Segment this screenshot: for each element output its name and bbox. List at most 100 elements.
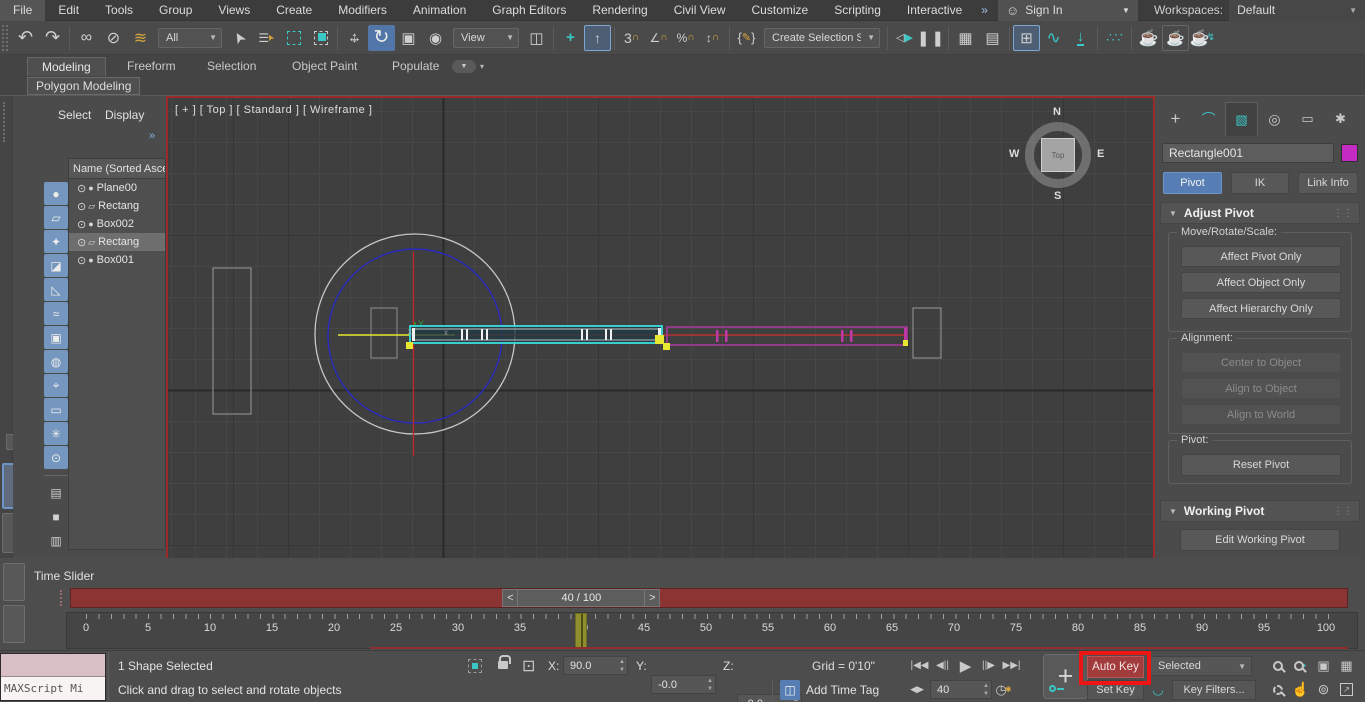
- curve-editor-icon[interactable]: ∿: [1040, 25, 1067, 51]
- menu-item[interactable]: Tools: [92, 0, 146, 21]
- display-geometry-icon[interactable]: ●: [44, 182, 68, 205]
- rendered-frame-window-icon[interactable]: ☕: [1162, 24, 1189, 51]
- toggle-scene-explorer-icon[interactable]: ▦: [952, 25, 979, 51]
- previous-frame-button[interactable]: ◀||: [931, 655, 954, 676]
- menu-item[interactable]: Group: [146, 0, 205, 21]
- explorer-detail-view-icon[interactable]: ▥: [44, 529, 68, 552]
- keyboard-shortcut-override-icon[interactable]: ↑: [584, 24, 611, 51]
- pan-hand-icon[interactable]: ☝: [1289, 679, 1312, 700]
- selection-filter-dropdown[interactable]: All ▼: [158, 27, 222, 48]
- tab-hierarchy-icon[interactable]: ▧: [1225, 102, 1258, 136]
- explorer-list-view-icon[interactable]: ▤: [44, 481, 68, 504]
- menu-overflow-chevron[interactable]: »: [975, 0, 994, 21]
- previous-frame-button[interactable]: <: [502, 589, 519, 607]
- maximize-viewport-toggle-icon[interactable]: ↗: [1335, 679, 1358, 700]
- menu-item[interactable]: Create: [263, 0, 325, 21]
- display-containers-icon[interactable]: ◍: [44, 350, 68, 373]
- time-slider-value[interactable]: 40 / 100: [518, 589, 645, 607]
- select-and-place-icon[interactable]: ◉: [422, 25, 449, 51]
- eye-icon[interactable]: ⊙: [77, 254, 86, 267]
- listener-pane[interactable]: MAXScript Mi: [1, 677, 105, 700]
- tab-modify-icon[interactable]: ⌒: [1192, 102, 1225, 136]
- eye-icon[interactable]: ⊙: [77, 182, 86, 195]
- list-item-rectangle-selected[interactable]: ⊙ ▱ Rectang: [69, 233, 165, 251]
- region-zoom-icon[interactable]: [1266, 679, 1289, 700]
- percent-snap-icon[interactable]: % ∩: [672, 25, 699, 51]
- viewcube-east[interactable]: E: [1097, 148, 1104, 160]
- schematic-view-icon[interactable]: ∴∵: [1101, 25, 1128, 51]
- zoom-icon[interactable]: [1266, 655, 1289, 676]
- scene-explorer-menu-select[interactable]: Select: [58, 108, 91, 122]
- ribbon-tab-freeform[interactable]: Freeform: [113, 57, 190, 76]
- scene-explorer-menu-display[interactable]: Display: [105, 108, 144, 122]
- menu-item[interactable]: Customize: [739, 0, 822, 21]
- edit-named-selection-sets-icon[interactable]: {✎}: [733, 25, 760, 51]
- orbit-icon[interactable]: ⊚: [1312, 679, 1335, 700]
- play-button[interactable]: ▶: [954, 655, 977, 676]
- display-lights-icon[interactable]: ✦: [44, 230, 68, 253]
- link-info-button[interactable]: Link Info: [1298, 172, 1358, 194]
- toggle-layer-explorer-icon[interactable]: ▤: [979, 25, 1006, 51]
- current-frame-marker[interactable]: [575, 613, 587, 649]
- unlink-selection-icon[interactable]: ⊘: [100, 25, 127, 51]
- display-helpers-icon[interactable]: ◺: [44, 278, 68, 301]
- menu-item[interactable]: Interactive: [894, 0, 975, 21]
- menu-item[interactable]: Civil View: [661, 0, 739, 21]
- next-frame-button[interactable]: ||▶: [977, 655, 1000, 676]
- current-frame-field[interactable]: 40 ▲ ▼: [930, 680, 992, 699]
- list-item-box001[interactable]: ⊙ ● Box001: [69, 251, 165, 269]
- ghost-box-right[interactable]: [912, 307, 942, 359]
- select-and-manipulate-icon[interactable]: +: [557, 25, 584, 51]
- edit-working-pivot-button[interactable]: Edit Working Pivot: [1180, 529, 1340, 551]
- pivot-button[interactable]: Pivot: [1163, 172, 1222, 194]
- zoom-extents-all-icon[interactable]: ▦: [1335, 655, 1358, 676]
- display-bones-icon[interactable]: ✳: [44, 422, 68, 445]
- display-groups-icon[interactable]: ▣: [44, 326, 68, 349]
- menu-item[interactable]: Edit: [45, 0, 92, 21]
- redo-icon[interactable]: ↷: [39, 25, 66, 51]
- viewport-layout-tab-small[interactable]: [3, 563, 25, 601]
- select-and-move-icon[interactable]: ↔ ↕: [341, 25, 368, 51]
- polygon-modeling-panel-button[interactable]: Polygon Modeling: [27, 77, 141, 95]
- track-bar[interactable]: 0510152025303540455055606570758085909510…: [66, 612, 1358, 649]
- workspace-dropdown[interactable]: Default ▼: [1229, 0, 1365, 21]
- named-selection-set-dropdown[interactable]: Create Selection Se ▼: [764, 27, 880, 48]
- auto-key-button[interactable]: Auto Key: [1087, 656, 1144, 678]
- ribbon-tab-modeling[interactable]: Modeling: [27, 57, 106, 76]
- ghost-box-center[interactable]: [370, 307, 398, 359]
- select-by-name-icon[interactable]: ☰ ➤: [253, 25, 280, 51]
- dock-drag-handle[interactable]: [3, 102, 7, 142]
- set-key-button[interactable]: Set Key: [1087, 680, 1144, 700]
- toggle-ribbon-icon[interactable]: ⊞: [1013, 24, 1040, 51]
- eye-icon[interactable]: ⊙: [77, 236, 86, 249]
- go-to-start-button[interactable]: |◀◀: [908, 655, 931, 676]
- reset-pivot-button[interactable]: Reset Pivot: [1181, 454, 1341, 476]
- display-shapes-icon[interactable]: ▱: [44, 206, 68, 229]
- select-and-rotate-icon[interactable]: ↻: [368, 24, 395, 51]
- select-and-link-icon[interactable]: ∞: [73, 25, 100, 51]
- object-color-swatch[interactable]: [1341, 144, 1358, 162]
- list-item-box002[interactable]: ⊙ ● Box002: [69, 215, 165, 233]
- y-coordinate-field[interactable]: -0.0 ▲ ▼: [651, 675, 716, 694]
- ribbon-minimize-button[interactable]: ▼: [452, 60, 476, 73]
- display-bone-objects-icon[interactable]: ⌖: [44, 374, 68, 397]
- key-filter-scope-dropdown[interactable]: Selected ▼: [1150, 656, 1252, 676]
- menu-item[interactable]: Scripting: [821, 0, 894, 21]
- working-pivot-rollout-header[interactable]: ▼ Working Pivot ⋮⋮: [1160, 500, 1360, 522]
- time-tag-icon[interactable]: ◫: [780, 680, 800, 700]
- tab-display-icon[interactable]: ▭: [1291, 102, 1324, 136]
- x-coordinate-field[interactable]: 90.0 ▲ ▼: [563, 656, 628, 675]
- list-item-rectangle[interactable]: ⊙ ▱ Rectang: [69, 197, 165, 215]
- toolbar-drag-handle[interactable]: [2, 24, 8, 51]
- material-editor-icon[interactable]: ↓: [1067, 25, 1094, 51]
- ribbon-tab-selection[interactable]: Selection: [193, 57, 270, 76]
- menu-item[interactable]: Animation: [400, 0, 479, 21]
- key-mode-toggle-icon[interactable]: ◀▶: [908, 679, 926, 700]
- explorer-blank-view-icon[interactable]: ■: [44, 505, 68, 528]
- eye-icon[interactable]: ⊙: [77, 218, 86, 231]
- affect-button[interactable]: Affect Pivot Only: [1181, 246, 1341, 267]
- next-frame-button[interactable]: >: [644, 589, 661, 607]
- time-slider-drag-handle[interactable]: [60, 590, 64, 606]
- display-hidden-icon[interactable]: ⊙: [44, 446, 68, 469]
- menu-item[interactable]: Graph Editors: [479, 0, 579, 21]
